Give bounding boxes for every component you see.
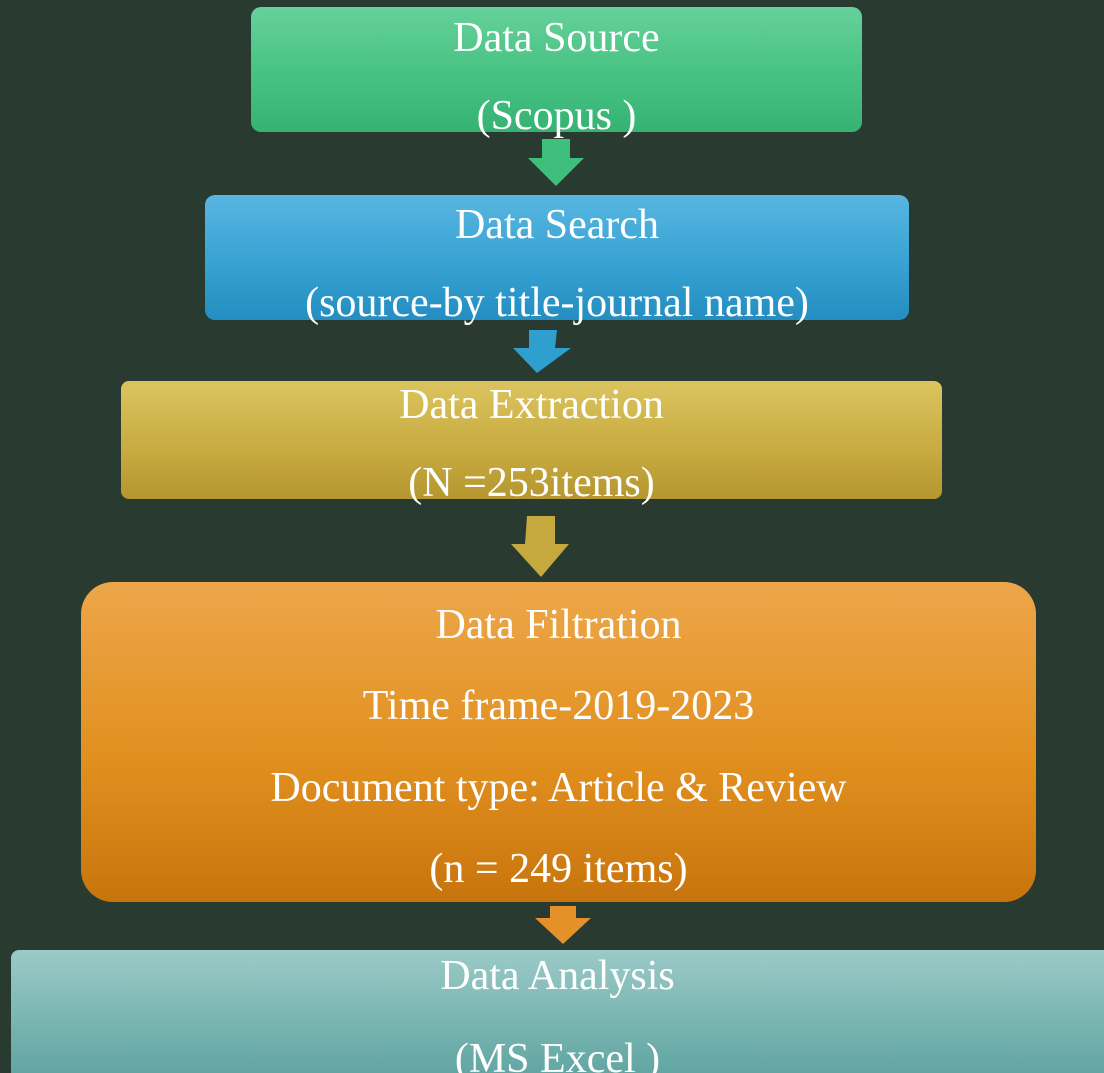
step-title: Data Filtration bbox=[435, 602, 682, 648]
flowchart: Data Source (Scopus ) Data Search (sourc… bbox=[0, 0, 1104, 1073]
step-detail: (Scopus ) bbox=[476, 93, 637, 139]
filtration-document-type: Document type: Article & Review bbox=[270, 765, 847, 811]
arrow-down-icon bbox=[511, 516, 569, 577]
step-data-filtration: Data Filtration Time frame-2019-2023 Doc… bbox=[81, 582, 1036, 902]
step-title: Data Extraction bbox=[399, 382, 664, 428]
filtration-time-frame: Time frame-2019-2023 bbox=[362, 683, 755, 729]
step-detail: (source-by title-journal name) bbox=[305, 280, 809, 326]
filtration-count: (n = 249 items) bbox=[429, 846, 688, 892]
step-data-source: Data Source (Scopus ) bbox=[251, 7, 862, 137]
arrow-down-icon bbox=[528, 139, 584, 186]
step-data-search: Data Search (source-by title-journal nam… bbox=[205, 195, 909, 324]
arrow-down-icon bbox=[535, 906, 591, 944]
step-detail: (MS Excel ) bbox=[454, 1036, 661, 1073]
step-data-analysis: Data Analysis (MS Excel ) bbox=[11, 950, 1104, 1073]
step-data-extraction: Data Extraction (N =253items) bbox=[121, 381, 942, 504]
step-title: Data Analysis bbox=[440, 953, 675, 999]
arrow-down-icon bbox=[513, 330, 571, 373]
step-detail: (N =253items) bbox=[408, 460, 655, 506]
step-title: Data Search bbox=[454, 202, 660, 248]
step-title: Data Source bbox=[453, 15, 660, 61]
